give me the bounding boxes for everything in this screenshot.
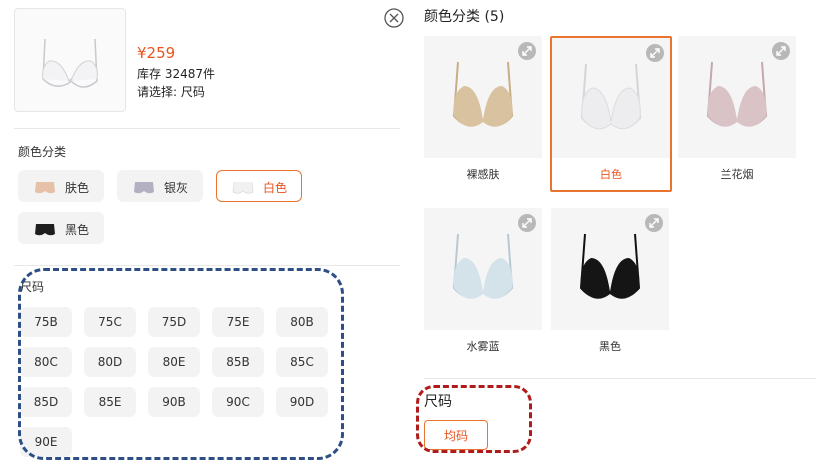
color-card-nude[interactable]: 裸感肤 [424, 36, 542, 190]
color-card-black[interactable]: 黑色 [551, 208, 669, 362]
selection-prompt: 请选择: 尺码 [137, 85, 205, 99]
color-card-mist-blue[interactable]: 水雾蓝 [424, 208, 542, 362]
color-card-label: 兰花烟 [678, 158, 796, 190]
price: ¥259 [137, 44, 176, 62]
color-card-white[interactable]: 白色 [550, 36, 672, 192]
color-option-white[interactable]: 白色 [216, 170, 302, 202]
divider [14, 128, 400, 129]
expand-icon[interactable] [772, 42, 790, 60]
color-option-black[interactable]: 黑色 [18, 212, 104, 244]
color-section-title: 颜色分类 (5) [424, 9, 505, 25]
annotation-box-left [18, 268, 344, 460]
expand-icon[interactable] [518, 214, 536, 232]
bra-swatch-icon [232, 181, 254, 194]
close-icon[interactable] [384, 8, 404, 28]
bra-swatch-icon [134, 182, 154, 194]
color-option-label: 白色 [263, 181, 288, 195]
color-option-label: 银灰 [164, 181, 189, 195]
bra-image-icon [42, 38, 98, 88]
color-card-label: 裸感肤 [424, 158, 542, 190]
color-card-orchid[interactable]: 兰花烟 [678, 36, 796, 190]
divider [14, 265, 400, 266]
product-thumbnail [14, 8, 126, 112]
bra-swatch-icon [35, 182, 55, 194]
color-card-label: 白色 [552, 158, 670, 190]
color-card-label: 水雾蓝 [424, 330, 542, 362]
expand-icon[interactable] [518, 42, 536, 60]
expand-icon[interactable] [645, 214, 663, 232]
color-option-skin[interactable]: 肤色 [18, 170, 104, 202]
stock-count: 库存 32487件 [137, 67, 215, 81]
expand-icon[interactable] [646, 44, 664, 62]
bra-swatch-icon [35, 224, 55, 236]
color-option-silver[interactable]: 银灰 [117, 170, 203, 202]
color-section-label: 颜色分类 [18, 145, 67, 159]
color-option-label: 肤色 [65, 181, 90, 195]
color-option-label: 黑色 [65, 223, 90, 237]
color-card-label: 黑色 [551, 330, 669, 362]
annotation-box-right [416, 385, 532, 453]
divider [424, 378, 816, 379]
